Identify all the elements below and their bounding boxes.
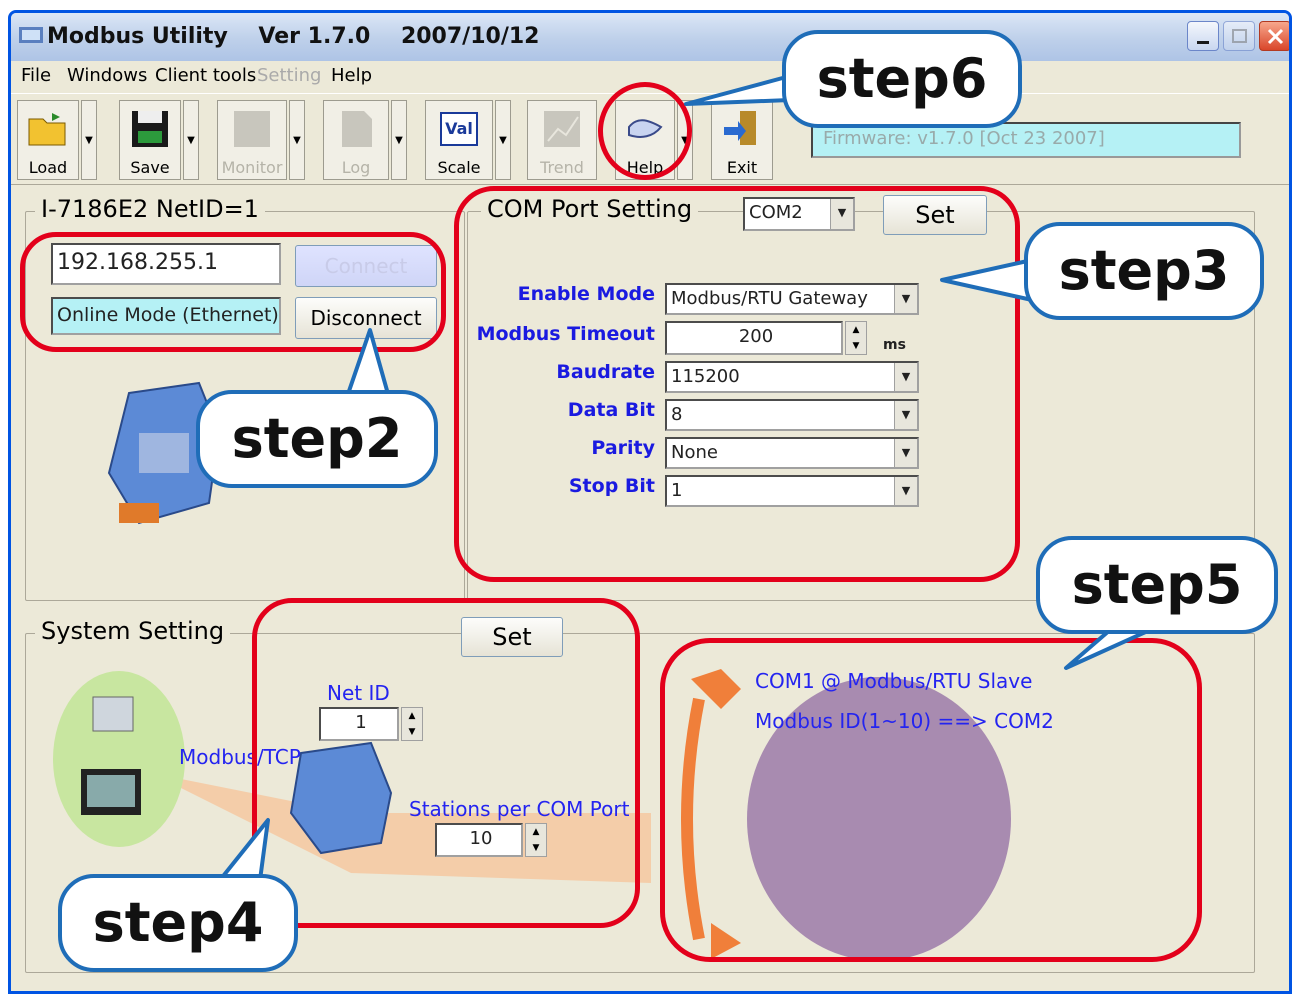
step2-callout: step2 [196, 390, 438, 488]
step6-callout: step6 [782, 30, 1022, 128]
callout-pointers [218, 74, 1152, 882]
step3-callout: step3 [1024, 222, 1264, 320]
step4-callout: step4 [58, 874, 298, 972]
step5-callout: step5 [1036, 536, 1278, 634]
